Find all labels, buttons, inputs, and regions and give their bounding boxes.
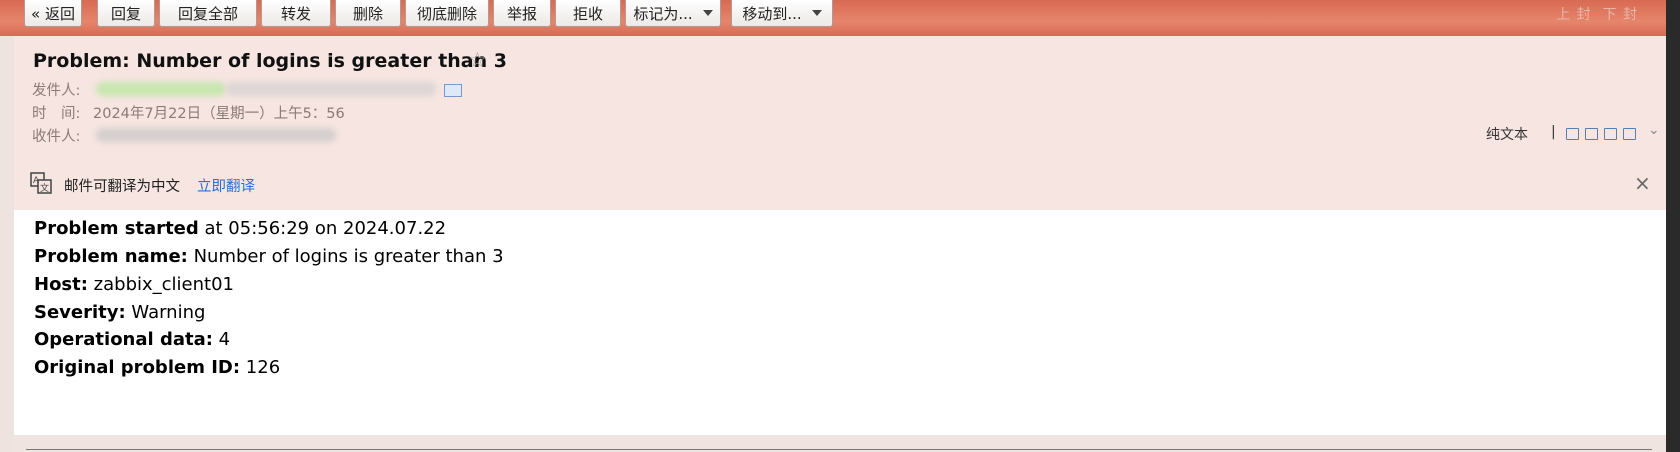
field-value: at 05:56:29 on 2024.07.22 — [198, 218, 447, 239]
message-navigation: 上 封 下 封 — [1556, 4, 1638, 24]
email-header: Problem: Number of logins is greater tha… — [14, 36, 1666, 159]
window-edge — [1666, 0, 1680, 452]
translate-icon: A 文 — [30, 172, 52, 194]
body-line: Problem name: Number of logins is greate… — [34, 246, 504, 267]
sender-name-redacted — [96, 82, 226, 96]
email-subject: Problem: Number of logins is greater tha… — [33, 50, 507, 72]
field-value: zabbix_client01 — [87, 274, 235, 295]
delete-permanently-button[interactable]: 彻底删除 — [405, 0, 489, 27]
star-icon[interactable]: ☆ — [468, 48, 487, 72]
mark-as-label: 标记为... — [633, 4, 693, 23]
delete-button[interactable]: 删除 — [335, 0, 401, 27]
body-line: Original problem ID: 126 — [34, 357, 280, 378]
new-window-icon[interactable] — [1566, 128, 1579, 140]
plain-text-link[interactable]: 纯文本 — [1486, 124, 1528, 144]
chevron-double-down-icon[interactable]: ⌄ — [1648, 122, 1660, 138]
footer — [14, 435, 1666, 452]
body-line: Host: zabbix_client01 — [34, 274, 234, 295]
move-to-dropdown[interactable]: 移动到... — [731, 0, 833, 27]
reply-all-button[interactable]: 回复全部 — [159, 0, 257, 27]
field-label: Problem name: — [34, 246, 188, 267]
recipient-redacted — [96, 128, 336, 142]
left-margin — [0, 36, 14, 452]
sender-address-redacted — [226, 82, 436, 96]
field-value: Warning — [125, 302, 206, 323]
field-label: Operational data: — [34, 329, 213, 350]
back-button[interactable]: « 返回 — [24, 0, 82, 27]
translate-message: 邮件可翻译为中文 — [64, 179, 180, 195]
forward-button[interactable]: 转发 — [261, 0, 331, 27]
prev-message-link[interactable]: 上 — [1556, 7, 1571, 23]
report-button[interactable]: 举报 — [493, 0, 551, 27]
reply-button[interactable]: 回复 — [97, 0, 155, 27]
caret-down-icon — [811, 10, 822, 16]
field-value: 4 — [212, 329, 231, 350]
translate-now-link[interactable]: 立即翻译 — [197, 175, 255, 196]
mark-as-dropdown[interactable]: 标记为... — [625, 0, 721, 27]
from-label: 发件人: — [32, 83, 81, 99]
to-label: 收件人: — [32, 129, 81, 145]
field-value: Number of logins is greater than 3 — [187, 246, 504, 267]
divider — [26, 449, 1652, 450]
separator: | — [1551, 124, 1556, 140]
field-label: Original problem ID: — [34, 357, 241, 378]
time-label: 时 间: — [32, 106, 81, 122]
body-line: Operational data: 4 — [34, 329, 230, 350]
email-body: Problem started at 05:56:29 on 2024.07.2… — [14, 210, 1666, 435]
svg-text:A: A — [33, 176, 40, 186]
field-label: Host: — [34, 274, 88, 295]
body-line: Severity: Warning — [34, 302, 205, 323]
body-line: Problem started at 05:56:29 on 2024.07.2… — [34, 218, 446, 239]
download-icon[interactable] — [1604, 128, 1617, 140]
translate-bar: A 文 邮件可翻译为中文 立即翻译 × — [14, 158, 1666, 211]
time-value: 2024年7月22日（星期一）上午5：56 — [93, 106, 345, 122]
contact-card-icon[interactable] — [444, 84, 462, 97]
reject-button[interactable]: 拒收 — [555, 0, 621, 27]
close-icon[interactable]: × — [1634, 171, 1651, 195]
svg-text:文: 文 — [40, 182, 49, 194]
print-icon[interactable] — [1623, 128, 1636, 140]
caret-down-icon — [702, 10, 713, 16]
prev-message-link-2[interactable]: 封 — [1577, 7, 1592, 23]
move-to-label: 移动到... — [742, 4, 802, 23]
note-icon[interactable] — [1585, 128, 1598, 140]
next-message-link-2[interactable]: 封 — [1623, 7, 1638, 23]
toolbar: « 返回 回复 回复全部 转发 删除 彻底删除 举报 拒收 标记为... 移动到… — [0, 0, 1680, 37]
next-message-link[interactable]: 下 — [1603, 7, 1618, 23]
field-label: Problem started — [34, 218, 199, 239]
field-value: 126 — [240, 357, 281, 378]
field-label: Severity: — [34, 302, 126, 323]
